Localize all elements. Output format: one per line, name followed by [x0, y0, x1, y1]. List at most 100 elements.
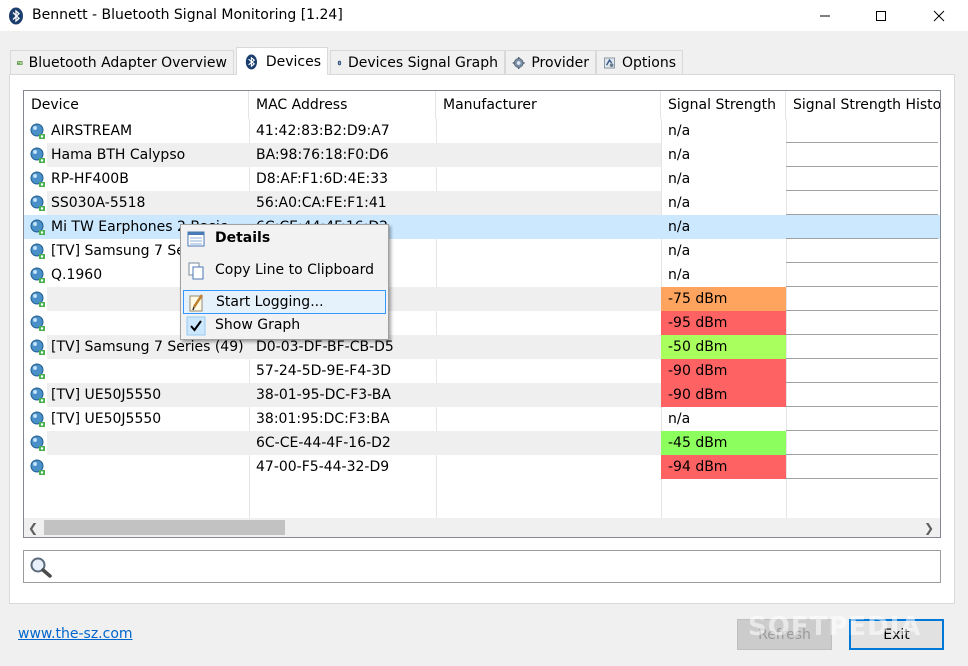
cell-signal-history	[786, 431, 938, 455]
bluetooth-device-icon	[30, 435, 45, 451]
minimize-button[interactable]	[802, 0, 848, 31]
horizontal-scrollbar[interactable]: ❮ ❯	[24, 518, 940, 537]
cell-signal-history	[786, 311, 938, 335]
cell-device: SS030A-5518	[47, 191, 249, 215]
menu-item-start-logging[interactable]: Start Logging...	[183, 290, 386, 314]
cell-device	[47, 431, 249, 455]
tab-provider[interactable]: Provider	[505, 50, 596, 74]
column-manufacturer[interactable]: Manufacturer	[436, 91, 661, 119]
cell-signal-history	[786, 239, 938, 263]
cell-signal-strength: n/a	[668, 219, 691, 235]
cell-manufacturer	[436, 359, 661, 383]
table-row[interactable]: SS030A-5518 56:A0:CA:FE:F1:41 n/a	[24, 191, 940, 215]
scroll-right-arrow-icon[interactable]: ❯	[920, 518, 938, 537]
cell-manufacturer	[436, 215, 661, 239]
close-icon	[933, 10, 945, 21]
table-row[interactable]: [TV] Samsung 7 Series (49) D0-03-DF-BF-CB…	[24, 335, 940, 359]
tab-label: Devices Signal Graph	[347, 54, 498, 71]
table-row[interactable]: [TV] UE50J5550 38:01:95:DC:F3:BA n/a	[24, 407, 940, 431]
table-row[interactable]: 6C-CE-44-4F-16-D2 -45 dBm	[24, 431, 940, 455]
table-row[interactable]: Mi TW Earphones 2 Basic6C:CE:44:4F:16:D2…	[24, 215, 940, 239]
tab-options[interactable]: Options	[596, 50, 683, 74]
maximize-icon	[876, 10, 886, 21]
cell-signal-strength: -50 dBm	[661, 335, 786, 359]
cell-signal-history	[786, 407, 938, 431]
close-button[interactable]	[916, 0, 962, 31]
tab-label: Devices	[265, 53, 321, 70]
cell-signal-history	[786, 191, 938, 215]
column-signal-strength[interactable]: Signal Strength	[661, 91, 786, 119]
cell-manufacturer	[436, 239, 661, 263]
devices-list[interactable]: Device MAC Address Manufacturer Signal S…	[23, 90, 941, 538]
bluetooth-app-icon	[9, 7, 23, 25]
table-row[interactable]: RP-HF400B D8:AF:F1:6D:4E:33 n/a	[24, 167, 940, 191]
cell-device: Hama BTH Calypso	[47, 143, 249, 167]
tab-label: Bluetooth Adapter Overview	[28, 54, 227, 71]
column-signal-history[interactable]: Signal Strength Histor	[786, 91, 940, 119]
scroll-left-arrow-icon[interactable]: ❮	[24, 518, 42, 537]
cell-manufacturer	[436, 191, 661, 215]
devices-panel: Device MAC Address Manufacturer Signal S…	[9, 74, 955, 604]
cell-mac-address: 41:42:83:B2:D9:A7	[256, 123, 390, 139]
cell-mac-address: 56:A0:CA:FE:F1:41	[249, 191, 436, 215]
tab-devices-signal-graph[interactable]: Devices Signal Graph	[330, 50, 505, 74]
table-row[interactable]: AIRSTREAM 41:42:83:B2:D9:A7 n/a	[24, 119, 940, 143]
column-device[interactable]: Device	[24, 91, 249, 119]
cell-signal-history	[786, 143, 938, 167]
cell-device: AIRSTREAM	[51, 123, 133, 139]
exit-button[interactable]: Exit	[849, 619, 944, 650]
table-row[interactable]: 47-00-F5-44-32-D9 -94 dBm	[24, 455, 940, 479]
cell-signal-strength: n/a	[668, 267, 691, 283]
table-row[interactable]: -95 dBm	[24, 311, 940, 335]
cell-mac-address: 38-01-95-DC-F3-BA	[249, 383, 436, 407]
logging-icon	[189, 294, 204, 312]
maximize-button[interactable]	[858, 0, 904, 31]
website-link[interactable]: www.the-sz.com	[18, 626, 133, 642]
column-mac-address[interactable]: MAC Address	[249, 91, 436, 119]
adapter-icon	[17, 60, 23, 65]
cell-signal-history	[786, 215, 938, 239]
bluetooth-device-icon	[30, 339, 45, 355]
cell-manufacturer	[436, 311, 661, 335]
cell-manufacturer	[436, 431, 661, 455]
cell-signal-strength: -94 dBm	[661, 455, 786, 479]
table-row[interactable]: [TV] Samsung 7 Series (49) n/a	[24, 239, 940, 263]
table-row[interactable]: [TV] UE50J5550 38-01-95-DC-F3-BA -90 dBm	[24, 383, 940, 407]
refresh-button[interactable]: Refresh	[737, 619, 832, 650]
cell-signal-history	[786, 383, 938, 407]
cell-signal-strength: -90 dBm	[661, 359, 786, 383]
bluetooth-device-icon	[30, 291, 45, 307]
cell-mac-address: D8:AF:F1:6D:4E:33	[256, 171, 389, 187]
tab-adapter-overview[interactable]: Bluetooth Adapter Overview	[10, 50, 234, 74]
cell-manufacturer	[436, 263, 661, 287]
minimize-icon	[820, 15, 830, 16]
tab-devices[interactable]: Devices	[236, 47, 328, 75]
menu-item-details[interactable]: Details	[183, 227, 386, 251]
table-row[interactable]: -75 dBm	[24, 287, 940, 311]
checkmark-icon	[186, 316, 206, 336]
table-row[interactable]: Q.1960 n/a	[24, 263, 940, 287]
cell-mac-address: 6C-CE-44-4F-16-D2	[249, 431, 436, 455]
window-title: Bennett - Bluetooth Signal Monitoring [1…	[32, 7, 343, 23]
bluetooth-device-icon	[30, 147, 45, 163]
menu-item-show-graph[interactable]: Show Graph	[183, 314, 386, 338]
cell-signal-history	[786, 119, 938, 143]
copy-icon	[188, 262, 204, 280]
tab-label: Options	[621, 54, 676, 71]
bluetooth-icon	[337, 60, 342, 65]
menu-item-copy-line[interactable]: Copy Line to Clipboard	[183, 259, 386, 283]
cell-signal-history	[786, 359, 938, 383]
search-field[interactable]	[23, 550, 941, 583]
details-icon	[187, 231, 205, 247]
cell-manufacturer	[436, 167, 661, 191]
table-row[interactable]: Hama BTH Calypso BA:98:76:18:F0:D6 n/a	[24, 143, 940, 167]
cell-signal-history	[786, 455, 938, 479]
title-bar: Bennett - Bluetooth Signal Monitoring [1…	[0, 0, 968, 31]
scrollbar-thumb[interactable]	[44, 520, 285, 535]
cell-device: [TV] UE50J5550	[51, 411, 162, 427]
cell-signal-strength: n/a	[668, 171, 691, 187]
table-row[interactable]: 57-24-5D-9E-F4-3D -90 dBm	[24, 359, 940, 383]
cell-manufacturer	[436, 407, 661, 431]
cell-signal-strength: -95 dBm	[661, 311, 786, 335]
cell-signal-strength: -75 dBm	[661, 287, 786, 311]
